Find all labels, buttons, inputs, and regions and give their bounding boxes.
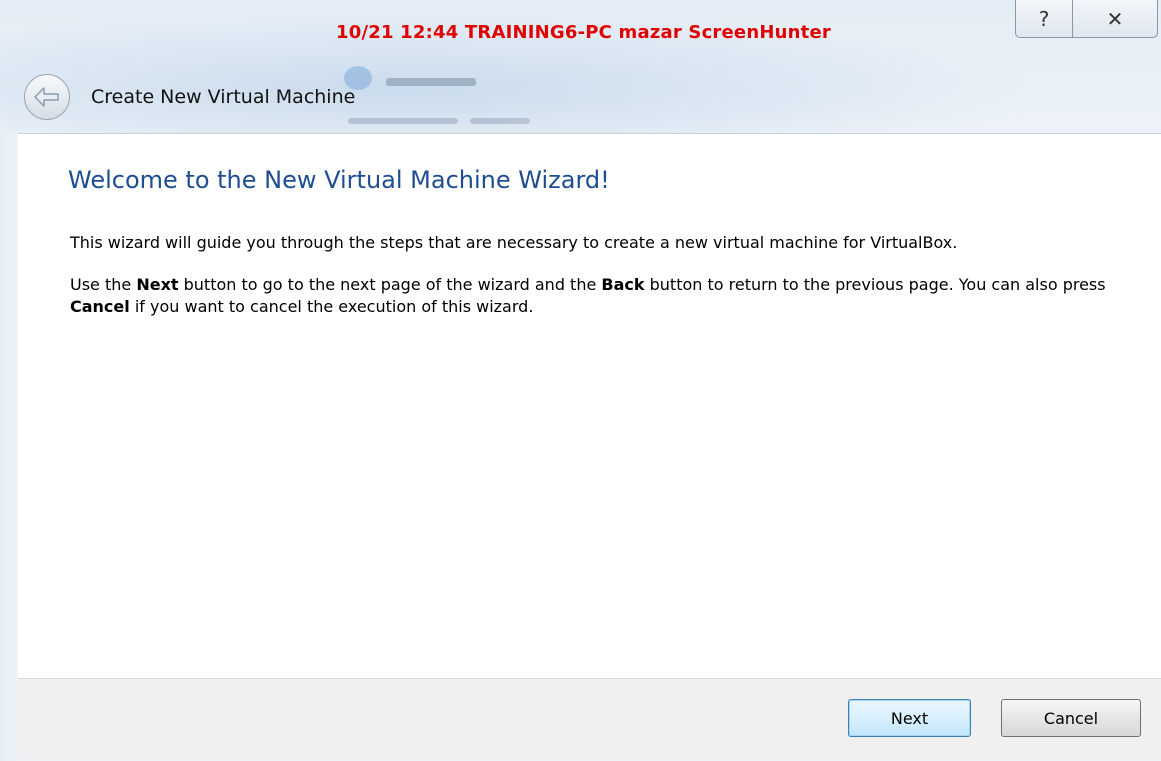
wizard-window: 10/21 12:44 TRAINING6-PC mazar ScreenHun… (0, 0, 1161, 761)
back-button[interactable] (24, 74, 70, 120)
screenhunter-watermark: 10/21 12:44 TRAINING6-PC mazar ScreenHun… (336, 22, 831, 43)
cancel-button[interactable]: Cancel (1001, 699, 1141, 737)
ghost-text (348, 118, 458, 124)
ghost-text (386, 78, 476, 86)
page-heading: Welcome to the New Virtual Machine Wizar… (68, 166, 610, 194)
help-button[interactable]: ? (1015, 0, 1073, 38)
help-icon: ? (1038, 6, 1050, 31)
caption-buttons: ? ✕ (1015, 0, 1158, 40)
cancel-keyword: Cancel (70, 297, 130, 316)
window-title: Create New Virtual Machine (91, 86, 356, 108)
next-button[interactable]: Next (848, 699, 971, 737)
next-keyword: Next (136, 275, 179, 294)
back-arrow-icon (34, 87, 59, 107)
title-bar: 10/21 12:44 TRAINING6-PC mazar ScreenHun… (0, 0, 1161, 135)
back-keyword: Back (601, 275, 645, 294)
navigation-help-text: Use the Next button to go to the next pa… (70, 275, 1106, 316)
window-border (0, 133, 18, 761)
background-window-ghost (330, 52, 570, 132)
button-bar: Next Cancel (18, 678, 1161, 759)
wizard-page: Welcome to the New Virtual Machine Wizar… (18, 133, 1161, 679)
ghost-text (470, 118, 530, 124)
intro-text: This wizard will guide you through the s… (70, 233, 958, 252)
close-icon: ✕ (1106, 6, 1124, 31)
close-button[interactable]: ✕ (1072, 0, 1158, 38)
